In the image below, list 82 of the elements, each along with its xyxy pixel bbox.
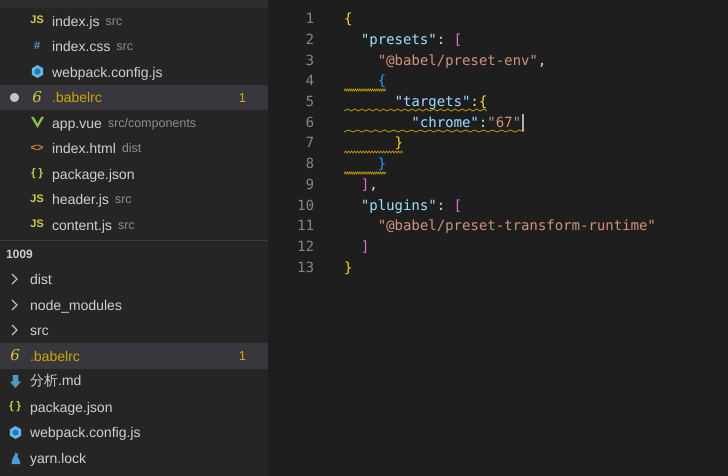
code-line: "@babel/preset-transform-runtime" — [378, 218, 656, 234]
code-line: } — [378, 156, 386, 172]
file-type-icon: { } — [9, 401, 21, 412]
down-arrow-icon — [8, 374, 22, 389]
file-type-icon: JS — [30, 194, 44, 205]
line-number: 8 — [304, 156, 314, 172]
problem-count: 1 — [238, 348, 246, 364]
line-number: 11 — [296, 218, 314, 234]
file-name: app.vue — [52, 114, 102, 131]
file-type-icon: 6 — [10, 348, 20, 364]
open-editor-item[interactable]: # index.css src — [0, 34, 268, 59]
file-name: .babelrc — [30, 348, 80, 364]
file-name: .babelrc — [52, 89, 102, 106]
line-number: 2 — [304, 32, 314, 48]
file-type-icon: { } — [31, 168, 43, 180]
open-editor-item[interactable]: webpack.config.js — [0, 59, 268, 84]
file-path: src — [116, 39, 134, 54]
open-editor-item[interactable]: JS index.js src — [0, 8, 268, 34]
line-number: 7 — [304, 135, 314, 152]
file-name: content.js — [52, 216, 112, 233]
file-path: src — [118, 218, 135, 232]
code-line: ], — [360, 176, 378, 193]
code-line: } — [394, 135, 403, 152]
line-number: 6 — [304, 114, 314, 131]
file-type-icon: <> — [30, 142, 44, 154]
open-editor-item[interactable]: { } package.json — [0, 161, 268, 186]
code-line: { — [344, 11, 352, 28]
explorer-item[interactable]: yarn.lock — [0, 445, 268, 470]
cube-icon — [8, 424, 22, 440]
file-name: webpack.config.js — [52, 64, 163, 80]
v-shape-icon — [30, 115, 44, 130]
file-name: index.html — [52, 140, 116, 156]
explorer-item[interactable]: src — [0, 318, 268, 343]
explorer-item[interactable]: dist — [0, 266, 268, 292]
file-type-icon: JS — [30, 219, 44, 230]
open-editor-item[interactable]: app.vue src/components — [0, 110, 268, 136]
file-type-icon: 6 — [32, 90, 42, 105]
code-line: "plugins": [ — [360, 198, 462, 214]
file-path: src — [114, 192, 132, 206]
file-name: package.json — [52, 166, 135, 182]
file-name: src — [30, 322, 49, 338]
explorer-item[interactable]: node_modules — [0, 292, 268, 318]
code-line: "presets": [ — [360, 32, 462, 48]
file-type-icon: # — [34, 40, 40, 52]
explorer-item[interactable]: 6 .babelrc 1 — [0, 343, 268, 368]
file-name: package.json — [30, 398, 113, 415]
folder-title[interactable]: 1009 — [0, 240, 268, 266]
code-line: { — [378, 73, 386, 90]
code-line: "@babel/preset-env", — [378, 52, 546, 69]
explorer-item[interactable]: 分析.md — [0, 368, 268, 394]
file-name: 分析.md — [30, 372, 82, 390]
code-line: } — [344, 260, 352, 276]
code-line: "targets":{ — [394, 94, 488, 110]
file-name: index.js — [52, 12, 100, 29]
line-number: 13 — [296, 260, 314, 276]
file-name: node_modules — [30, 296, 122, 313]
line-number: 4 — [304, 73, 314, 90]
file-type-icon: JS — [30, 15, 44, 26]
file-name: yarn.lock — [30, 450, 86, 466]
file-name: webpack.config.js — [30, 424, 141, 440]
open-editor-item[interactable]: JS content.js src — [0, 212, 268, 238]
file-path: src — [105, 14, 122, 28]
line-number: 3 — [304, 52, 314, 69]
explorer-item[interactable]: { } package.json — [0, 394, 268, 420]
file-path: src/components — [108, 116, 196, 130]
explorer-item[interactable]: webpack.config.js — [0, 420, 268, 445]
cube-icon — [30, 64, 44, 80]
code-line: ] — [360, 238, 370, 255]
line-number: 5 — [304, 94, 314, 110]
line-number: 1 — [304, 11, 314, 28]
line-number: 12 — [296, 238, 314, 255]
line-number: 10 — [296, 198, 314, 214]
file-name: dist — [30, 271, 52, 288]
open-editor-item[interactable]: <> index.html dist — [0, 136, 268, 161]
file-path: dist — [122, 141, 142, 156]
line-number: 9 — [304, 176, 314, 193]
code-line: "chrome":"67" — [411, 114, 522, 131]
problem-count: 1 — [238, 90, 246, 105]
file-name: index.css — [52, 38, 110, 54]
open-editor-item[interactable]: JS header.js src — [0, 186, 268, 212]
file-name: header.js — [52, 191, 109, 208]
open-editor-item[interactable]: 6 .babelrc 1 — [0, 84, 268, 110]
